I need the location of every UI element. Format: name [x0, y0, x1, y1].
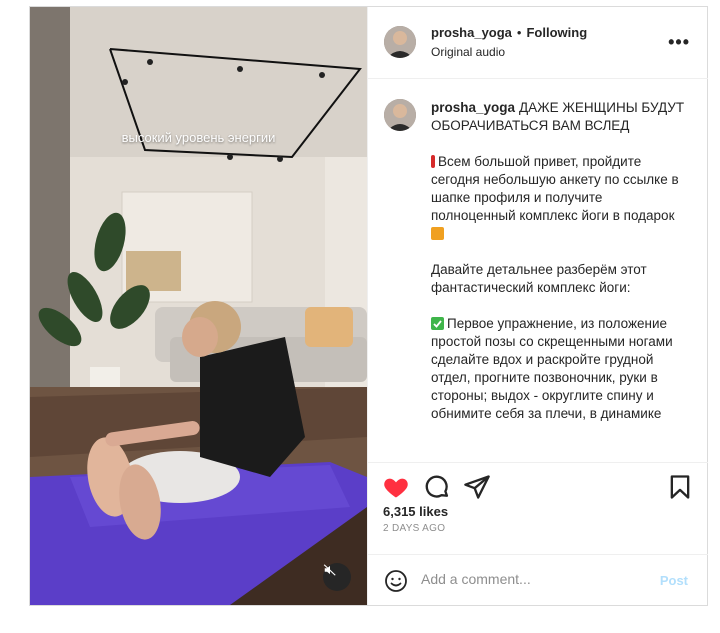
avatar[interactable] — [384, 26, 416, 58]
caption-scroll-area[interactable]: prosha_yoga ДАЖЕ ЖЕНЩИНЫ БУДУТ ОБОРАЧИВАТ… — [368, 79, 708, 461]
heart-filled-icon — [382, 478, 410, 505]
post-video[interactable]: высокий уровень энергии — [30, 7, 367, 605]
comment-bar: Post — [368, 554, 708, 607]
caption-paragraph-2: Давайте детальнее разберём этот фантасти… — [431, 262, 647, 295]
caption-paragraph-1: Всем большой привет, пройдите сегодня не… — [431, 154, 679, 223]
audio-link[interactable]: Original audio — [431, 45, 505, 59]
comment-icon — [423, 475, 451, 505]
mute-button[interactable] — [323, 563, 351, 591]
comment-button[interactable] — [423, 473, 451, 501]
exclamation-icon — [431, 155, 435, 168]
more-options-button[interactable]: ••• — [668, 32, 690, 53]
following-button[interactable]: Following — [526, 25, 587, 40]
post-card: высокий уровень энергии prosha_yoga • Fol — [29, 6, 708, 606]
more-horizontal-icon: ••• — [668, 32, 690, 52]
header-user-line: prosha_yoga • Following — [431, 25, 587, 40]
gift-icon — [431, 227, 444, 240]
post-details-panel: prosha_yoga • Following Original audio •••… — [367, 7, 708, 605]
share-icon — [463, 475, 491, 505]
like-count[interactable]: 6,315 likes — [383, 504, 448, 519]
post-timestamp[interactable]: 2 DAYS AGO — [383, 523, 445, 534]
caption-paragraph-3: Первое упражнение, из положение простой … — [431, 316, 673, 421]
emoji-icon[interactable] — [384, 569, 408, 598]
save-button[interactable] — [666, 473, 694, 501]
video-frame-illustration — [30, 7, 367, 605]
post-header: prosha_yoga • Following Original audio ••• — [368, 7, 708, 79]
header-username[interactable]: prosha_yoga — [431, 25, 512, 40]
header-separator: • — [516, 25, 522, 40]
post-comment-button[interactable]: Post — [660, 573, 688, 588]
video-caption-overlay: высокий уровень энергии — [121, 130, 276, 145]
bookmark-icon — [666, 475, 694, 505]
like-button[interactable] — [382, 473, 410, 501]
caption-text: prosha_yoga ДАЖЕ ЖЕНЩИНЫ БУДУТ ОБОРАЧИВАТ… — [431, 99, 689, 441]
caption-avatar[interactable] — [384, 99, 416, 131]
share-button[interactable] — [463, 473, 491, 501]
check-mark-icon — [431, 317, 444, 330]
caption-username[interactable]: prosha_yoga — [431, 100, 515, 115]
comment-input[interactable] — [421, 571, 641, 587]
